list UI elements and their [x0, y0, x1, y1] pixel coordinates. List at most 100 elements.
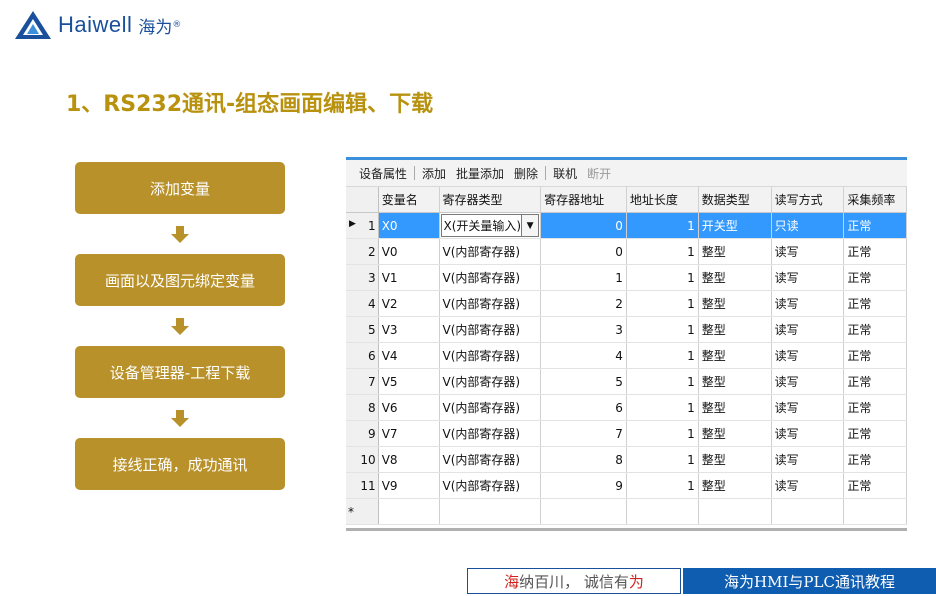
cell-address-length[interactable]: 1: [626, 212, 699, 239]
cell-name[interactable]: V4: [378, 342, 440, 369]
cell-data-type[interactable]: 开关型: [698, 212, 772, 239]
table-row[interactable]: 10 V8 V(内部寄存器) 8 1 整型 读写 正常: [346, 446, 907, 473]
cell-data-type[interactable]: 整型: [698, 290, 772, 317]
row-header[interactable]: ▶ 1: [346, 212, 379, 239]
cell-data-type[interactable]: 整型: [698, 420, 772, 447]
column-header-register-address[interactable]: 寄存器地址: [540, 187, 627, 213]
new-row-header[interactable]: *: [346, 498, 379, 525]
cell-sample-rate[interactable]: 正常: [843, 238, 907, 265]
cell-address-length[interactable]: 1: [626, 290, 699, 317]
cell-address-length[interactable]: 1: [626, 238, 699, 265]
row-header[interactable]: 7: [346, 368, 379, 395]
row-header[interactable]: 10: [346, 446, 379, 473]
table-row[interactable]: 2 V0 V(内部寄存器) 0 1 整型 读写 正常: [346, 238, 907, 265]
column-header-register-type[interactable]: 寄存器类型: [439, 187, 542, 213]
device-properties-button[interactable]: 设备属性: [354, 165, 412, 182]
cell-sample-rate[interactable]: 正常: [843, 212, 907, 239]
dropdown-arrow-icon[interactable]: ▼: [521, 215, 539, 236]
cell-sample-rate[interactable]: 正常: [843, 420, 907, 447]
row-header[interactable]: 9: [346, 420, 379, 447]
cell-register-address[interactable]: 1: [540, 264, 627, 291]
column-header-rw-mode[interactable]: 读写方式: [771, 187, 845, 213]
column-header-name[interactable]: 变量名: [378, 187, 440, 213]
cell-register-address[interactable]: 7: [540, 420, 627, 447]
cell-register-address[interactable]: 0: [540, 212, 627, 239]
new-row[interactable]: *: [346, 498, 907, 525]
cell-name[interactable]: V9: [378, 472, 440, 499]
row-header[interactable]: 4: [346, 290, 379, 317]
cell-rw-mode[interactable]: 读写: [771, 290, 845, 317]
column-header-data-type[interactable]: 数据类型: [698, 187, 772, 213]
row-header[interactable]: 6: [346, 342, 379, 369]
cell-name[interactable]: V5: [378, 368, 440, 395]
new-row-cell[interactable]: [626, 498, 699, 525]
cell-sample-rate[interactable]: 正常: [843, 316, 907, 343]
cell-address-length[interactable]: 1: [626, 446, 699, 473]
cell-data-type[interactable]: 整型: [698, 316, 772, 343]
cell-address-length[interactable]: 1: [626, 420, 699, 447]
batch-add-button[interactable]: 批量添加: [451, 165, 509, 182]
cell-name[interactable]: V1: [378, 264, 440, 291]
cell-rw-mode[interactable]: 读写: [771, 394, 845, 421]
register-type-dropdown[interactable]: X(开关量输入) ▼: [440, 214, 540, 237]
row-header[interactable]: 3: [346, 264, 379, 291]
cell-name[interactable]: V3: [378, 316, 440, 343]
cell-sample-rate[interactable]: 正常: [843, 264, 907, 291]
row-header[interactable]: 11: [346, 472, 379, 499]
cell-register-type[interactable]: V(内部寄存器): [439, 368, 542, 395]
column-header-sample-rate[interactable]: 采集频率: [843, 187, 907, 213]
row-header[interactable]: 2: [346, 238, 379, 265]
cell-register-address[interactable]: 3: [540, 316, 627, 343]
cell-rw-mode[interactable]: 只读: [771, 212, 845, 239]
row-header[interactable]: 5: [346, 316, 379, 343]
cell-name[interactable]: V2: [378, 290, 440, 317]
cell-register-address[interactable]: 5: [540, 368, 627, 395]
cell-sample-rate[interactable]: 正常: [843, 446, 907, 473]
cell-data-type[interactable]: 整型: [698, 394, 772, 421]
cell-rw-mode[interactable]: 读写: [771, 316, 845, 343]
cell-data-type[interactable]: 整型: [698, 342, 772, 369]
connect-button[interactable]: 联机: [548, 165, 582, 182]
table-row[interactable]: 8 V6 V(内部寄存器) 6 1 整型 读写 正常: [346, 394, 907, 421]
cell-sample-rate[interactable]: 正常: [843, 472, 907, 499]
table-row[interactable]: 3 V1 V(内部寄存器) 1 1 整型 读写 正常: [346, 264, 907, 291]
column-header-address-length[interactable]: 地址长度: [626, 187, 699, 213]
cell-data-type[interactable]: 整型: [698, 472, 772, 499]
cell-register-address[interactable]: 0: [540, 238, 627, 265]
new-row-cell[interactable]: [439, 498, 542, 525]
cell-rw-mode[interactable]: 读写: [771, 446, 845, 473]
cell-rw-mode[interactable]: 读写: [771, 420, 845, 447]
cell-address-length[interactable]: 1: [626, 368, 699, 395]
new-row-cell[interactable]: [843, 498, 907, 525]
table-row[interactable]: 6 V4 V(内部寄存器) 4 1 整型 读写 正常: [346, 342, 907, 369]
cell-register-type[interactable]: V(内部寄存器): [439, 316, 542, 343]
cell-sample-rate[interactable]: 正常: [843, 290, 907, 317]
table-row[interactable]: 7 V5 V(内部寄存器) 5 1 整型 读写 正常: [346, 368, 907, 395]
cell-register-type[interactable]: V(内部寄存器): [439, 290, 542, 317]
cell-register-type[interactable]: V(内部寄存器): [439, 394, 542, 421]
cell-data-type[interactable]: 整型: [698, 238, 772, 265]
new-row-cell[interactable]: [540, 498, 627, 525]
cell-address-length[interactable]: 1: [626, 342, 699, 369]
cell-address-length[interactable]: 1: [626, 394, 699, 421]
add-button[interactable]: 添加: [417, 165, 451, 182]
table-row[interactable]: 4 V2 V(内部寄存器) 2 1 整型 读写 正常: [346, 290, 907, 317]
cell-register-address[interactable]: 4: [540, 342, 627, 369]
cell-data-type[interactable]: 整型: [698, 264, 772, 291]
cell-register-type[interactable]: V(内部寄存器): [439, 238, 542, 265]
cell-register-address[interactable]: 2: [540, 290, 627, 317]
cell-register-type[interactable]: V(内部寄存器): [439, 264, 542, 291]
cell-rw-mode[interactable]: 读写: [771, 472, 845, 499]
cell-rw-mode[interactable]: 读写: [771, 342, 845, 369]
table-row[interactable]: 5 V3 V(内部寄存器) 3 1 整型 读写 正常: [346, 316, 907, 343]
disconnect-button[interactable]: 断开: [582, 165, 616, 182]
cell-name[interactable]: V0: [378, 238, 440, 265]
cell-register-type[interactable]: V(内部寄存器): [439, 420, 542, 447]
cell-address-length[interactable]: 1: [626, 472, 699, 499]
cell-register-address[interactable]: 6: [540, 394, 627, 421]
cell-sample-rate[interactable]: 正常: [843, 342, 907, 369]
table-row[interactable]: ▶ 1 X0 X(开关量输入) ▼ 0 1 开关型 只读 正常: [346, 212, 907, 239]
cell-address-length[interactable]: 1: [626, 264, 699, 291]
cell-register-address[interactable]: 9: [540, 472, 627, 499]
cell-name[interactable]: X0: [378, 212, 440, 239]
